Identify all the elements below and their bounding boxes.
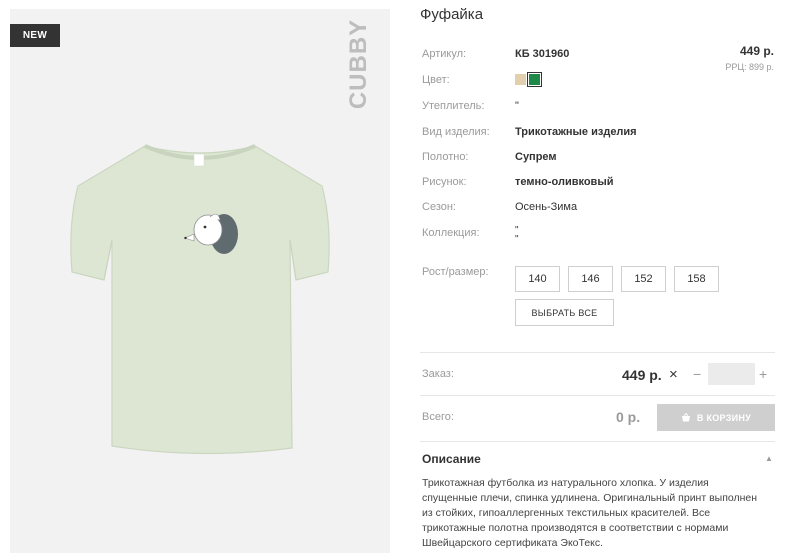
product-title: Фуфайка bbox=[420, 6, 484, 23]
order-label: Заказ: bbox=[422, 368, 454, 380]
size-option-140[interactable]: 140 bbox=[515, 266, 560, 292]
insulation-value: " bbox=[515, 100, 519, 112]
collection-value: " " bbox=[515, 225, 519, 245]
collection-label: Коллекция: bbox=[422, 227, 480, 239]
article-label: Артикул: bbox=[422, 48, 467, 60]
size-option-158[interactable]: 158 bbox=[674, 266, 719, 292]
item-type-value: Трикотажные изделия bbox=[515, 126, 637, 138]
basket-icon bbox=[681, 413, 690, 422]
quantity-input[interactable] bbox=[708, 363, 755, 385]
season-label: Сезон: bbox=[422, 201, 456, 213]
increase-quantity-button[interactable]: + bbox=[759, 366, 767, 382]
fabric-label: Полотно: bbox=[422, 151, 469, 163]
season-value: Осень-Зима bbox=[515, 201, 578, 213]
size-option-152[interactable]: 152 bbox=[621, 266, 666, 292]
chevron-up-icon[interactable]: ▲ bbox=[765, 454, 773, 463]
brand-logo: CUBBY bbox=[344, 19, 374, 109]
order-price: 449 р. bbox=[622, 367, 662, 383]
product-gallery[interactable]: NEW CUBBY bbox=[10, 9, 390, 553]
product-price: 449 р. bbox=[739, 44, 774, 58]
add-to-cart-button[interactable]: В КОРЗИНУ bbox=[657, 404, 775, 431]
description-heading[interactable]: Описание bbox=[422, 452, 481, 466]
divider bbox=[420, 395, 775, 396]
color-swatches bbox=[515, 72, 542, 87]
color-label: Цвет: bbox=[422, 74, 450, 86]
pattern-label: Рисунок: bbox=[422, 176, 467, 188]
size-option-146[interactable]: 146 bbox=[568, 266, 613, 292]
new-badge: NEW bbox=[10, 24, 60, 47]
divider bbox=[420, 441, 775, 442]
article-value: КБ 301960 bbox=[515, 48, 570, 60]
brand-logo-text: CUBBY bbox=[345, 18, 372, 110]
size-label: Рост/размер: bbox=[422, 266, 489, 278]
select-all-sizes-button[interactable]: ВЫБРАТЬ ВСЕ bbox=[515, 299, 614, 326]
multiply-icon: × bbox=[669, 366, 678, 383]
add-to-cart-label: В КОРЗИНУ bbox=[696, 412, 752, 423]
color-swatch-green[interactable] bbox=[527, 72, 542, 87]
product-image[interactable] bbox=[60, 134, 340, 454]
total-value: 0 р. bbox=[616, 409, 641, 425]
color-swatch-beige[interactable] bbox=[515, 74, 526, 85]
decrease-quantity-button[interactable]: − bbox=[693, 366, 701, 382]
description-text: Трикотажная футболка из натурального хло… bbox=[422, 477, 758, 549]
fabric-value: Супрем bbox=[515, 151, 557, 163]
pattern-value: темно-оливковый bbox=[515, 176, 614, 188]
recommended-price: РРЦ: 899 р. bbox=[725, 62, 774, 72]
insulation-label: Утеплитель: bbox=[422, 100, 485, 112]
divider bbox=[420, 352, 775, 353]
total-label: Всего: bbox=[422, 411, 454, 423]
item-type-label: Вид изделия: bbox=[422, 126, 490, 138]
